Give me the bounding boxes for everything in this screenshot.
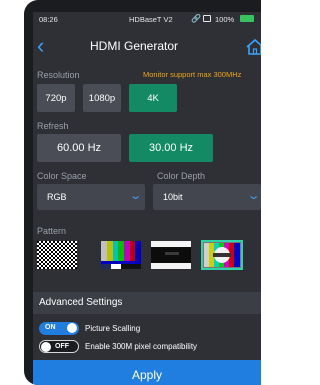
- gray-bars-thumbnail: [151, 241, 191, 269]
- pattern-color-bars[interactable]: [101, 241, 141, 269]
- refresh-label: Refresh: [37, 121, 69, 131]
- battery-icon: [240, 15, 254, 22]
- status-time: 08:26: [39, 15, 58, 24]
- color-space-label: Color Space: [37, 171, 87, 181]
- toggle-knob: [67, 323, 77, 333]
- color-space-value: RGB: [47, 192, 67, 202]
- advanced-settings-title: Advanced Settings: [39, 297, 123, 308]
- page-title: HDMI Generator: [89, 39, 179, 53]
- pattern-gray-bars[interactable]: [151, 241, 191, 269]
- device-frame: 08:26 HDBaseT V2 🔗 100% ‹ HDMI Generator…: [24, 0, 261, 385]
- chevron-down-icon: ⌄: [246, 190, 261, 202]
- pattern-checkerboard[interactable]: [37, 241, 77, 269]
- refresh-60hz-button[interactable]: 60.00 Hz: [37, 134, 121, 162]
- color-bars-thumbnail: [101, 241, 141, 269]
- checkerboard-thumbnail: [37, 241, 77, 269]
- color-bars-logo-thumbnail: [202, 241, 242, 269]
- chevron-down-icon: ⌄: [128, 190, 143, 202]
- sd-card-icon: [203, 15, 211, 22]
- resolution-note: Monitor support max 300MHz: [143, 70, 242, 79]
- color-space-select[interactable]: RGB ⌄: [37, 184, 145, 210]
- refresh-30hz-button[interactable]: 30.00 Hz: [129, 134, 213, 162]
- picture-scaling-label: Picture Scalling: [85, 324, 141, 333]
- screen: 08:26 HDBaseT V2 🔗 100% ‹ HDMI Generator…: [33, 12, 261, 385]
- home-icon[interactable]: [245, 38, 261, 56]
- pixel-compat-label: Enable 300M pixel compatibility: [85, 342, 198, 351]
- header: ‹ HDMI Generator: [33, 34, 261, 60]
- toggle-state: ON: [45, 324, 56, 331]
- color-depth-label: Color Depth: [157, 171, 206, 181]
- apply-button[interactable]: Apply: [33, 360, 261, 385]
- pixel-compat-toggle[interactable]: OFF: [39, 340, 79, 353]
- picture-scaling-toggle[interactable]: ON: [39, 322, 79, 335]
- status-bar: 08:26 HDBaseT V2 🔗 100%: [33, 12, 261, 26]
- resolution-label: Resolution: [37, 70, 80, 80]
- link-icon: 🔗: [191, 14, 201, 23]
- resolution-1080p-button[interactable]: 1080p: [83, 84, 121, 112]
- battery-percent: 100%: [215, 15, 235, 24]
- toggle-state: OFF: [55, 343, 69, 350]
- advanced-settings-header[interactable]: Advanced Settings: [33, 292, 261, 314]
- pattern-color-bars-logo[interactable]: [201, 240, 243, 270]
- color-depth-select[interactable]: 10bit ⌄: [153, 184, 261, 210]
- color-depth-value: 10bit: [163, 192, 183, 202]
- pattern-label: Pattern: [37, 226, 67, 236]
- toggle-knob: [41, 342, 51, 352]
- status-device-name: HDBaseT V2: [129, 15, 173, 24]
- resolution-720p-button[interactable]: 720p: [37, 84, 75, 112]
- resolution-4k-button[interactable]: 4K: [129, 84, 177, 112]
